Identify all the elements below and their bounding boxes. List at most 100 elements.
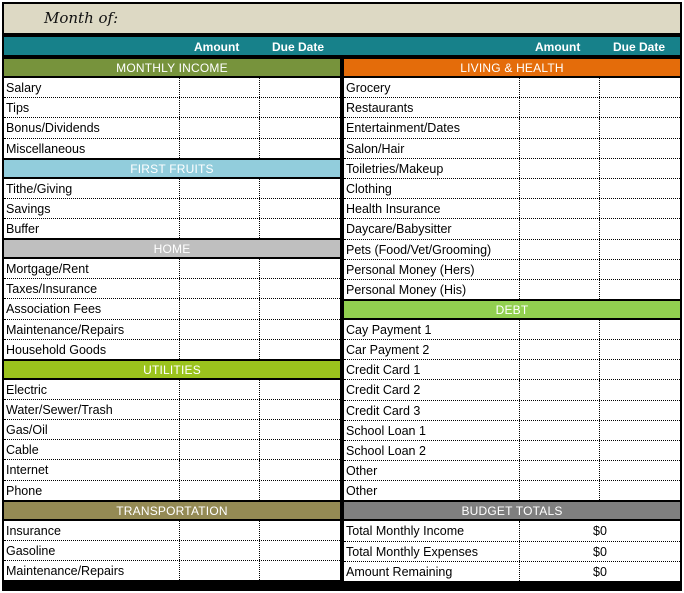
amount-cell[interactable] [180,178,260,198]
amount-cell[interactable] [520,239,600,259]
amount-cell[interactable] [520,98,600,118]
due-date-cell[interactable] [260,279,340,298]
due-date-cell[interactable] [260,118,340,137]
amount-cell[interactable] [520,199,600,219]
due-date-cell[interactable] [600,421,680,440]
totals-value: $0 [593,544,607,559]
due-date-cell[interactable] [260,98,340,117]
amount-cell[interactable] [180,520,260,540]
due-date-cell[interactable] [260,219,340,238]
amount-cell[interactable] [180,460,260,480]
due-date-cell[interactable] [260,299,340,318]
budget-row: Cay Payment 1 [344,319,680,341]
due-date-cell[interactable] [600,401,680,420]
amount-cell[interactable] [180,78,260,98]
amount-cell[interactable] [180,420,260,440]
due-date-cell[interactable] [260,460,340,479]
amount-cell[interactable] [180,379,260,399]
due-date-cell[interactable] [600,98,680,117]
amount-cell[interactable] [520,158,600,178]
due-date-cell[interactable] [600,219,680,238]
due-date-cell[interactable] [260,440,340,459]
month-bar[interactable]: Month of: [4,4,680,35]
amount-cell[interactable] [520,340,600,360]
amount-cell[interactable] [180,118,260,138]
due-date-cell[interactable] [600,139,680,158]
amount-cell[interactable] [520,380,600,400]
due-date-cell[interactable] [600,340,680,359]
amount-cell[interactable] [520,441,600,461]
budget-row: Credit Card 3 [344,400,680,421]
due-date-cell[interactable] [600,380,680,399]
due-date-cell[interactable] [600,78,680,97]
amount-cell[interactable] [180,299,260,319]
due-date-cell[interactable] [600,179,680,198]
amount-cell[interactable] [520,420,600,440]
amount-cell[interactable] [180,258,260,279]
row-label: Tips [4,98,180,118]
amount-cell[interactable] [520,319,600,340]
amount-cell[interactable] [520,118,600,138]
amount-cell[interactable] [520,138,600,158]
row-label: Miscellaneous [4,138,180,158]
due-date-cell[interactable] [600,360,680,379]
amount-cell[interactable] [180,440,260,460]
due-date-cell[interactable] [600,320,680,339]
amount-cell[interactable] [520,219,600,239]
due-date-cell[interactable] [600,280,680,299]
amount-cell[interactable] [180,480,260,500]
amount-cell[interactable] [180,218,260,238]
due-date-cell[interactable] [260,259,340,278]
budget-row: Water/Sewer/Trash [4,399,340,421]
due-date-cell[interactable] [600,199,680,218]
amount-cell[interactable] [180,319,260,339]
budget-row: Internet [4,460,340,481]
amount-cell[interactable] [520,481,600,501]
due-date-cell[interactable] [260,380,340,399]
amount-cell[interactable] [180,279,260,299]
due-date-cell[interactable] [600,118,680,137]
due-date-cell[interactable] [260,78,340,97]
due-date-cell[interactable] [600,240,680,259]
budget-row: Gasoline [4,540,340,561]
amount-cell[interactable] [180,399,260,420]
due-date-cell[interactable] [600,441,680,460]
amount-cell[interactable] [520,461,600,481]
due-date-cell[interactable] [600,461,680,480]
amount-cell[interactable] [180,198,260,218]
amount-cell[interactable] [520,259,600,279]
due-date-cell[interactable] [260,541,340,560]
amount-cell[interactable] [520,360,600,380]
amount-cell[interactable] [180,561,260,580]
due-date-cell[interactable] [260,561,340,580]
due-date-header-right: Due Date [613,40,666,54]
due-date-cell[interactable] [260,420,340,439]
due-date-cell[interactable] [260,179,340,198]
due-date-cell[interactable] [260,139,340,158]
due-date-cell[interactable] [260,340,340,359]
budget-row: Maintenance/Repairs [4,319,340,340]
budget-row: Personal Money (His) [344,279,680,301]
due-date-cell[interactable] [600,159,680,178]
section-header-transportation: TRANSPORTATION [4,501,340,521]
due-date-cell[interactable] [260,320,340,339]
due-date-cell[interactable] [600,260,680,279]
amount-cell[interactable] [180,138,260,158]
amount-cell[interactable] [180,540,260,560]
row-label: Bonus/Dividends [4,118,180,138]
amount-cell[interactable] [180,98,260,118]
amount-cell[interactable] [520,178,600,199]
row-label: Water/Sewer/Trash [4,399,180,420]
row-label: Maintenance/Repairs [4,561,180,580]
amount-cell[interactable] [520,400,600,420]
due-date-cell[interactable] [600,481,680,500]
due-date-cell[interactable] [260,199,340,218]
budget-row: School Loan 2 [344,441,680,462]
amount-cell[interactable] [520,78,600,98]
amount-cell[interactable] [520,279,600,299]
amount-cell[interactable] [180,339,260,359]
due-date-cell[interactable] [260,400,340,419]
due-date-cell[interactable] [260,481,340,500]
budget-row: Health Insurance [344,199,680,220]
due-date-cell[interactable] [260,521,340,540]
